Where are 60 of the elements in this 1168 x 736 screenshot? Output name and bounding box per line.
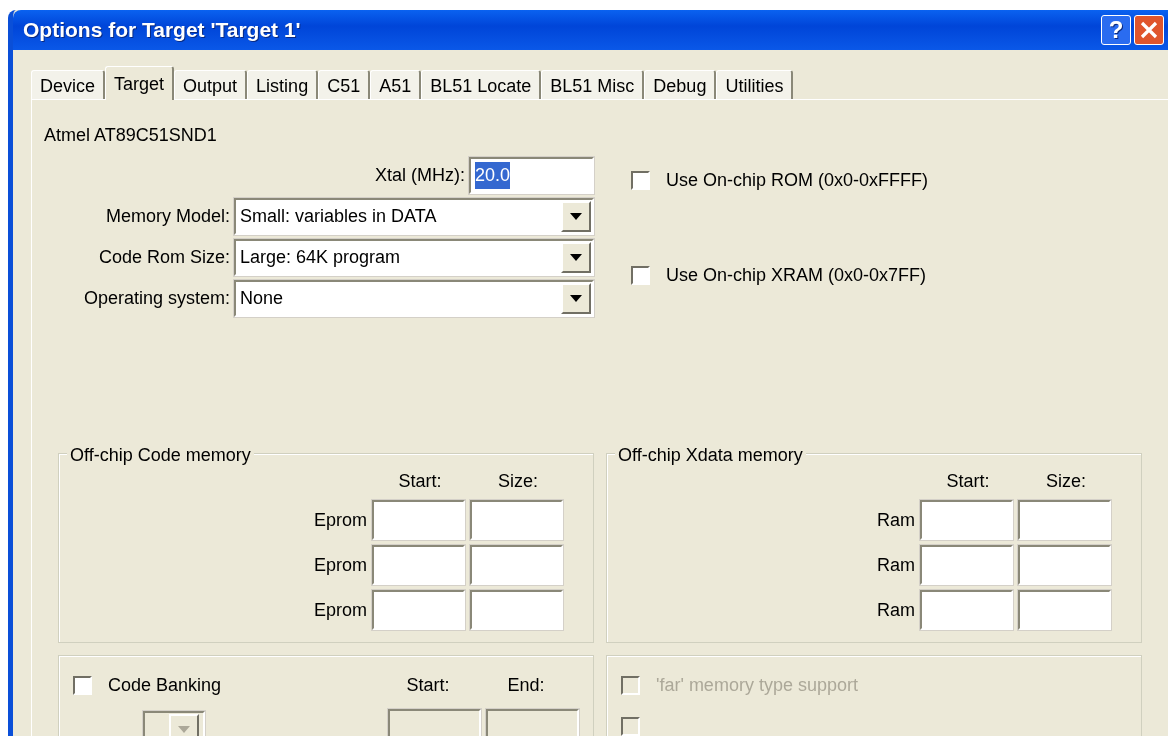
dropdown-button[interactable] <box>561 283 591 314</box>
tab[interactable]: Utilities <box>716 70 794 99</box>
column-header: Start: <box>397 470 443 493</box>
input-field[interactable] <box>470 545 563 585</box>
input-field[interactable] <box>920 500 1013 540</box>
dropdown-button[interactable] <box>561 242 591 273</box>
field-label: Xtal (MHz): <box>375 164 465 187</box>
checkbox-label: 'far' memory type support <box>656 674 858 697</box>
input-field[interactable] <box>470 500 563 540</box>
dropdown[interactable]: Small: variables in DATA <box>234 198 594 235</box>
tab[interactable]: Output <box>174 70 248 99</box>
input-field[interactable]: 20.0 <box>469 157 594 194</box>
tab[interactable]: BL51 Locate <box>421 70 542 99</box>
input-field[interactable] <box>920 590 1013 630</box>
row-label: Eprom <box>314 508 367 532</box>
checkbox[interactable] <box>631 266 650 285</box>
tab[interactable]: Debug <box>644 70 717 99</box>
field-label: Memory Model: <box>104 205 231 228</box>
dropdown-button[interactable] <box>561 201 591 232</box>
input-field[interactable] <box>920 545 1013 585</box>
close-button[interactable] <box>1134 15 1164 45</box>
close-icon <box>1140 21 1158 39</box>
tab[interactable]: C51 <box>318 70 371 99</box>
column-header: Start: <box>945 470 991 493</box>
tab[interactable]: Target <box>105 66 175 100</box>
column-header: Size: <box>1045 470 1087 493</box>
input-field[interactable] <box>372 590 465 630</box>
tab[interactable]: BL51 Misc <box>541 70 645 99</box>
input-field[interactable] <box>1018 500 1111 540</box>
device-label: Atmel AT89C51SND1 <box>44 124 217 147</box>
field-label: Operating system: <box>82 287 231 310</box>
dropdown[interactable]: Large: 64K program <box>234 239 594 276</box>
input-field[interactable] <box>372 500 465 540</box>
help-button[interactable]: ? <box>1101 15 1131 45</box>
checkbox-label: Use On-chip XRAM (0x0-0x7FF) <box>666 264 927 287</box>
row-label: Ram <box>877 598 915 622</box>
row-label: Eprom <box>314 553 367 577</box>
row-label: Ram <box>877 508 915 532</box>
column-header: End: <box>506 674 546 697</box>
row-label: Ram <box>877 553 915 577</box>
tab[interactable]: Device <box>31 70 106 99</box>
input-field[interactable] <box>1018 545 1111 585</box>
window-title: Options for Target 'Target 1' <box>23 17 301 44</box>
column-header: Size: <box>497 470 539 493</box>
checkbox[interactable] <box>631 171 650 190</box>
checkbox-label: Use On-chip ROM (0x0-0xFFFF) <box>666 169 929 192</box>
tab[interactable]: Listing <box>247 70 319 99</box>
dropdown[interactable]: None <box>234 280 594 317</box>
caret-icon <box>570 295 582 302</box>
input-field[interactable] <box>470 590 563 630</box>
tab[interactable]: A51 <box>370 70 422 99</box>
caret-icon <box>570 254 582 261</box>
input-field[interactable] <box>1018 590 1111 630</box>
field-label: Code Rom Size: <box>97 246 231 269</box>
column-header: Start: <box>405 674 451 697</box>
row-label: Eprom <box>314 598 367 622</box>
checkbox-label: Code Banking <box>108 674 222 697</box>
caret-icon <box>570 213 582 220</box>
input-field[interactable] <box>372 545 465 585</box>
caret-icon <box>178 725 190 733</box>
